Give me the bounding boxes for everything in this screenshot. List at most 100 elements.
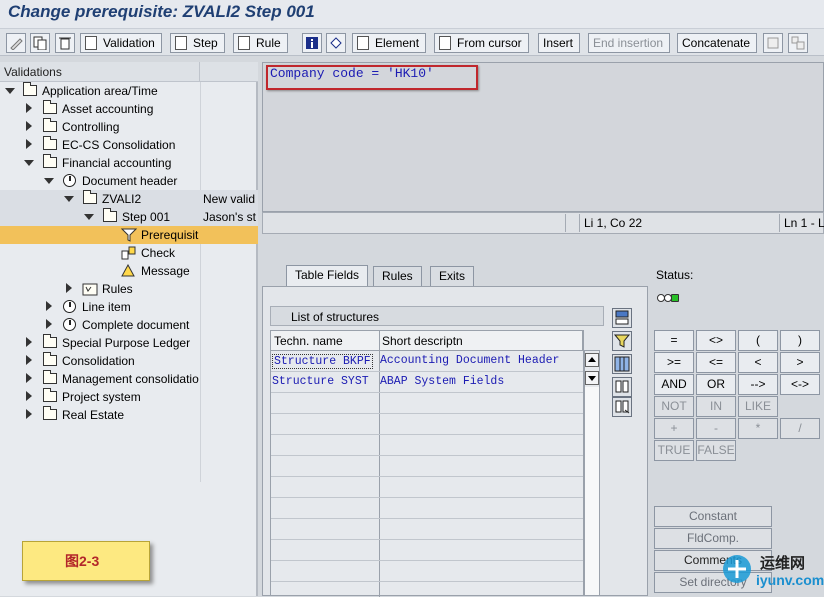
element-button[interactable]: Element — [352, 33, 427, 53]
op-not-button[interactable]: NOT — [654, 396, 694, 417]
clock-icon — [63, 318, 76, 331]
expand-icon[interactable] — [66, 283, 72, 293]
op-like-button[interactable]: LIKE — [738, 396, 778, 417]
tree-node-asset-accounting[interactable]: Asset accounting — [0, 100, 258, 118]
tree-node-message[interactable]: Message — [0, 262, 258, 280]
trash-icon[interactable] — [55, 33, 75, 53]
expand-icon[interactable] — [26, 373, 32, 383]
tree-node-real-estate[interactable]: Real Estate — [0, 406, 258, 424]
filter-icon[interactable] — [612, 331, 632, 351]
tree-node-controlling[interactable]: Controlling — [0, 118, 258, 136]
table-row[interactable]: Structure BKPF Accounting Document Heade… — [271, 351, 583, 372]
scroll-track[interactable] — [585, 387, 599, 595]
tab-exits[interactable]: Exits — [430, 266, 475, 286]
toolbar: Validation Step Rule Element From cursor… — [0, 28, 824, 56]
folder-icon — [43, 388, 57, 402]
split-icon[interactable] — [763, 33, 783, 53]
tree-node-project-system[interactable]: Project system — [0, 388, 258, 406]
op-not-equal-button[interactable]: <> — [696, 330, 736, 351]
tree-node-line-item[interactable]: Line item — [0, 298, 258, 316]
table-row — [271, 561, 583, 582]
tree-node-consolidation[interactable]: Consolidation — [0, 352, 258, 370]
op-plus-button[interactable]: + — [654, 418, 694, 439]
tab-table-fields[interactable]: Table Fields — [286, 265, 369, 286]
tree-node-document-header[interactable]: Document header — [0, 172, 258, 190]
op-in-button[interactable]: IN — [696, 396, 736, 417]
fldcomp-button[interactable]: FldComp. — [654, 528, 772, 549]
op-implies-button[interactable]: --> — [738, 374, 778, 395]
op-lparen-button[interactable]: ( — [738, 330, 778, 351]
insert-button[interactable]: Insert — [538, 33, 581, 53]
end-insertion-button[interactable]: End insertion — [588, 33, 671, 53]
open-folder-icon — [103, 208, 117, 222]
expand-icon[interactable] — [26, 139, 32, 149]
expand-icon[interactable] — [46, 319, 52, 329]
find-icon[interactable] — [612, 377, 632, 397]
op-true-button[interactable]: TRUE — [654, 440, 694, 461]
pencil-icon[interactable] — [6, 33, 26, 53]
step-button[interactable]: Step — [170, 33, 225, 53]
rule-button[interactable]: Rule — [233, 33, 288, 53]
tree-node-check[interactable]: Check — [0, 244, 258, 262]
validation-button[interactable]: Validation — [80, 33, 162, 53]
table-row — [271, 393, 583, 414]
columns-icon[interactable] — [612, 354, 632, 374]
tree-node-zvali2[interactable]: ZVALI2 New valid — [0, 190, 258, 208]
op-minus-button[interactable]: - — [696, 418, 736, 439]
expand-icon[interactable] — [26, 391, 32, 401]
status-label: Status: — [656, 268, 694, 282]
tree-node-management-consolidation[interactable]: Management consolidatio — [0, 370, 258, 388]
tab-rules[interactable]: Rules — [373, 266, 422, 286]
table-row[interactable]: Structure SYST ABAP System Fields — [271, 372, 583, 393]
transfer-icon[interactable] — [326, 33, 346, 53]
merge-icon[interactable] — [788, 33, 808, 53]
collapse-icon[interactable] — [84, 214, 94, 220]
expand-icon[interactable] — [26, 355, 32, 365]
info-icon[interactable] — [302, 33, 322, 53]
collapse-icon[interactable] — [5, 88, 15, 94]
constant-button[interactable]: Constant — [654, 506, 772, 527]
collapse-icon[interactable] — [64, 196, 74, 202]
expand-icon[interactable] — [26, 103, 32, 113]
find-next-icon[interactable] — [612, 397, 632, 417]
tree-node-special-purpose-ledger[interactable]: Special Purpose Ledger — [0, 334, 258, 352]
op-le-button[interactable]: <= — [696, 352, 736, 373]
copy-icon[interactable] — [30, 33, 50, 53]
op-equivalent-button[interactable]: <-> — [780, 374, 820, 395]
op-false-button[interactable]: FALSE — [696, 440, 736, 461]
from-cursor-button[interactable]: From cursor — [434, 33, 529, 53]
watermark-name: 运维网 — [760, 555, 806, 572]
column-header-techn-name[interactable]: Techn. name — [271, 331, 380, 351]
op-lt-button[interactable]: < — [738, 352, 778, 373]
tree-node-prerequisite[interactable]: Prerequisit — [0, 226, 258, 244]
collapse-icon[interactable] — [44, 178, 54, 184]
scroll-up-icon[interactable] — [585, 353, 599, 367]
validation-tree: Validations Application area/Time Asset … — [0, 62, 258, 596]
op-equal-button[interactable]: = — [654, 330, 694, 351]
op-rparen-button[interactable]: ) — [780, 330, 820, 351]
folder-icon — [43, 136, 57, 150]
tree-node-step-001[interactable]: Step 001 Jason's st — [0, 208, 258, 226]
tree-node-financial-accounting[interactable]: Financial accounting — [0, 154, 258, 172]
concatenate-button[interactable]: Concatenate — [677, 33, 758, 53]
expand-icon[interactable] — [26, 121, 32, 131]
collapse-icon[interactable] — [24, 160, 34, 166]
tree-node-application-area[interactable]: Application area/Time — [0, 82, 258, 100]
watermark-url: iyunv.com — [756, 572, 824, 588]
op-and-button[interactable]: AND — [654, 374, 694, 395]
tree-node-ec-cs-consolidation[interactable]: EC-CS Consolidation — [0, 136, 258, 154]
table-scrollbar[interactable] — [584, 350, 600, 596]
scroll-down-icon[interactable] — [585, 371, 599, 385]
op-gt-button[interactable]: > — [780, 352, 820, 373]
tree-node-complete-document[interactable]: Complete document — [0, 316, 258, 334]
tree-node-rules[interactable]: Rules — [0, 280, 258, 298]
op-div-button[interactable]: / — [780, 418, 820, 439]
details-icon[interactable] — [612, 308, 632, 328]
expand-icon[interactable] — [46, 301, 52, 311]
column-header-short-description[interactable]: Short descriptn — [379, 331, 583, 351]
op-mult-button[interactable]: * — [738, 418, 778, 439]
op-or-button[interactable]: OR — [696, 374, 736, 395]
expand-icon[interactable] — [26, 337, 32, 347]
op-ge-button[interactable]: >= — [654, 352, 694, 373]
expand-icon[interactable] — [26, 409, 32, 419]
